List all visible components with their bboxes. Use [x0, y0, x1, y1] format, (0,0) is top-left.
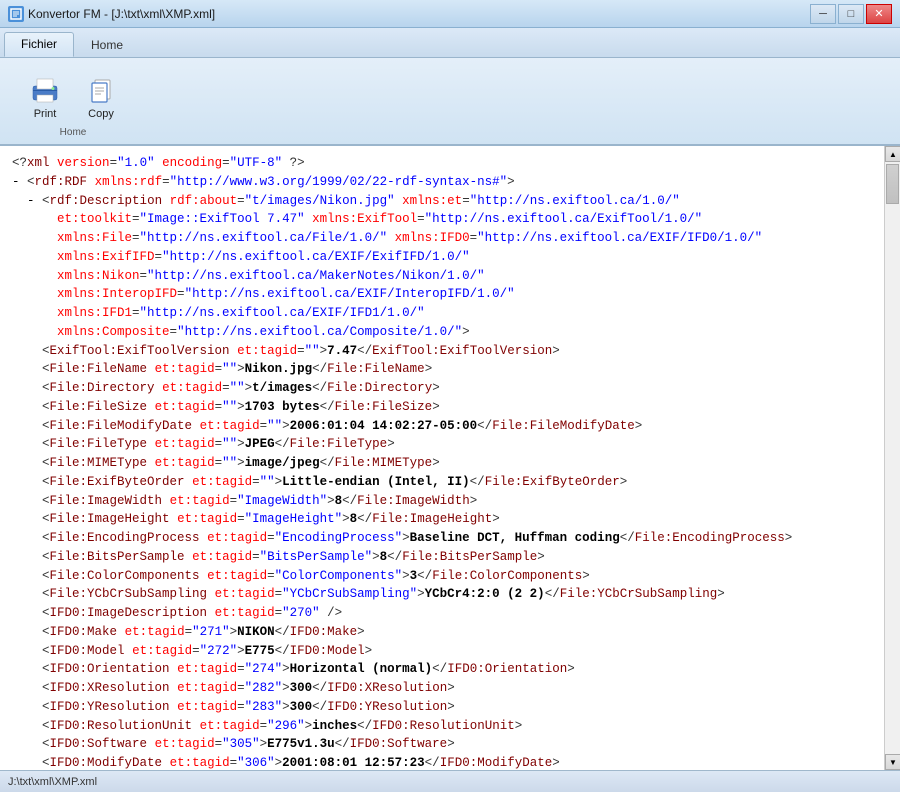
xml-line: <IFD0:Make et:tagid="271">NIKON</IFD0:Ma… [12, 623, 872, 642]
xml-line: <File:FileSize et:tagid="">1703 bytes</F… [12, 398, 872, 417]
print-label: Print [34, 108, 57, 120]
ribbon-group-home: Print Copy [8, 64, 138, 138]
copy-label: Copy [88, 108, 114, 120]
content-area: <?xml version="1.0" encoding="UTF-8" ?> … [0, 146, 900, 770]
xml-editor[interactable]: <?xml version="1.0" encoding="UTF-8" ?> … [0, 146, 884, 770]
status-path: J:\txt\xml\XMP.xml [8, 776, 97, 788]
title-bar: Konvertor FM - [J:\txt\xml\XMP.xml] ─ □ … [0, 0, 900, 28]
title-bar-controls[interactable]: ─ □ ✕ [810, 4, 892, 24]
xml-line: <File:ColorComponents et:tagid="ColorCom… [12, 567, 872, 586]
xml-line: <File:YCbCrSubSampling et:tagid="YCbCrSu… [12, 585, 872, 604]
maximize-button[interactable]: □ [838, 4, 864, 24]
xml-line: et:toolkit="Image::ExifTool 7.47" xmlns:… [12, 210, 872, 229]
minimize-button[interactable]: ─ [810, 4, 836, 24]
xml-line: <IFD0:ResolutionUnit et:tagid="296">inch… [12, 717, 872, 736]
xml-line: <File:FileType et:tagid="">JPEG</File:Fi… [12, 435, 872, 454]
xml-line: <IFD0:ImageDescription et:tagid="270" /> [12, 604, 872, 623]
xml-line: <IFD0:ModifyDate et:tagid="306">2001:08:… [12, 754, 872, 770]
scroll-down-arrow[interactable]: ▼ [885, 754, 900, 770]
xml-line: <IFD0:Model et:tagid="272">E775</IFD0:Mo… [12, 642, 872, 661]
xml-line: <IFD0:Orientation et:tagid="274">Horizon… [12, 660, 872, 679]
scroll-up-arrow[interactable]: ▲ [885, 146, 900, 162]
ribbon-body: Print Copy [0, 58, 900, 146]
xml-line: <File:ExifByteOrder et:tagid="">Little-e… [12, 473, 872, 492]
xml-line: <File:ImageHeight et:tagid="ImageHeight"… [12, 510, 872, 529]
xml-line: <File:EncodingProcess et:tagid="Encoding… [12, 529, 872, 548]
scroll-thumb[interactable] [886, 164, 899, 204]
xml-line: xmlns:InteropIFD="http://ns.exiftool.ca/… [12, 285, 872, 304]
xml-line: <ExifTool:ExifToolVersion et:tagid="">7.… [12, 342, 872, 361]
copy-icon [85, 73, 117, 105]
xml-line: <File:FileName et:tagid="">Nikon.jpg</Fi… [12, 360, 872, 379]
window-title: Konvertor FM - [J:\txt\xml\XMP.xml] [28, 7, 215, 21]
print-icon [29, 73, 61, 105]
xml-line: - <rdf:Description rdf:about="t/images/N… [12, 192, 872, 211]
scroll-track[interactable] [885, 162, 900, 754]
xml-line: xmlns:File="http://ns.exiftool.ca/File/1… [12, 229, 872, 248]
xml-line: <?xml version="1.0" encoding="UTF-8" ?> [12, 154, 872, 173]
tab-home[interactable]: Home [74, 33, 140, 57]
copy-button[interactable]: Copy [76, 68, 126, 125]
vertical-scrollbar[interactable]: ▲ ▼ [884, 146, 900, 770]
ribbon-group-label: Home [60, 125, 87, 138]
xml-line: <IFD0:Software et:tagid="305">E775v1.3u<… [12, 735, 872, 754]
xml-line: <File:MIMEType et:tagid="">image/jpeg</F… [12, 454, 872, 473]
app-icon [8, 6, 24, 22]
xml-line: <File:Directory et:tagid="">t/images</Fi… [12, 379, 872, 398]
xml-line: xmlns:ExifIFD="http://ns.exiftool.ca/EXI… [12, 248, 872, 267]
title-bar-left: Konvertor FM - [J:\txt\xml\XMP.xml] [8, 6, 215, 22]
xml-line: <IFD0:YResolution et:tagid="283">300</IF… [12, 698, 872, 717]
xml-line: xmlns:IFD1="http://ns.exiftool.ca/EXIF/I… [12, 304, 872, 323]
close-button[interactable]: ✕ [866, 4, 892, 24]
status-bar: J:\txt\xml\XMP.xml [0, 770, 900, 792]
xml-line: <File:BitsPerSample et:tagid="BitsPerSam… [12, 548, 872, 567]
xml-line: <IFD0:XResolution et:tagid="282">300</IF… [12, 679, 872, 698]
ribbon-tabs: Fichier Home [0, 28, 900, 58]
xml-line: xmlns:Composite="http://ns.exiftool.ca/C… [12, 323, 872, 342]
xml-line: <File:FileModifyDate et:tagid="">2006:01… [12, 417, 872, 436]
ribbon-items: Print Copy [20, 68, 126, 125]
print-button[interactable]: Print [20, 68, 70, 125]
xml-line: <File:ImageWidth et:tagid="ImageWidth">8… [12, 492, 872, 511]
xml-line: - <rdf:RDF xmlns:rdf="http://www.w3.org/… [12, 173, 872, 192]
tab-fichier[interactable]: Fichier [4, 32, 74, 57]
xml-line: xmlns:Nikon="http://ns.exiftool.ca/Maker… [12, 267, 872, 286]
